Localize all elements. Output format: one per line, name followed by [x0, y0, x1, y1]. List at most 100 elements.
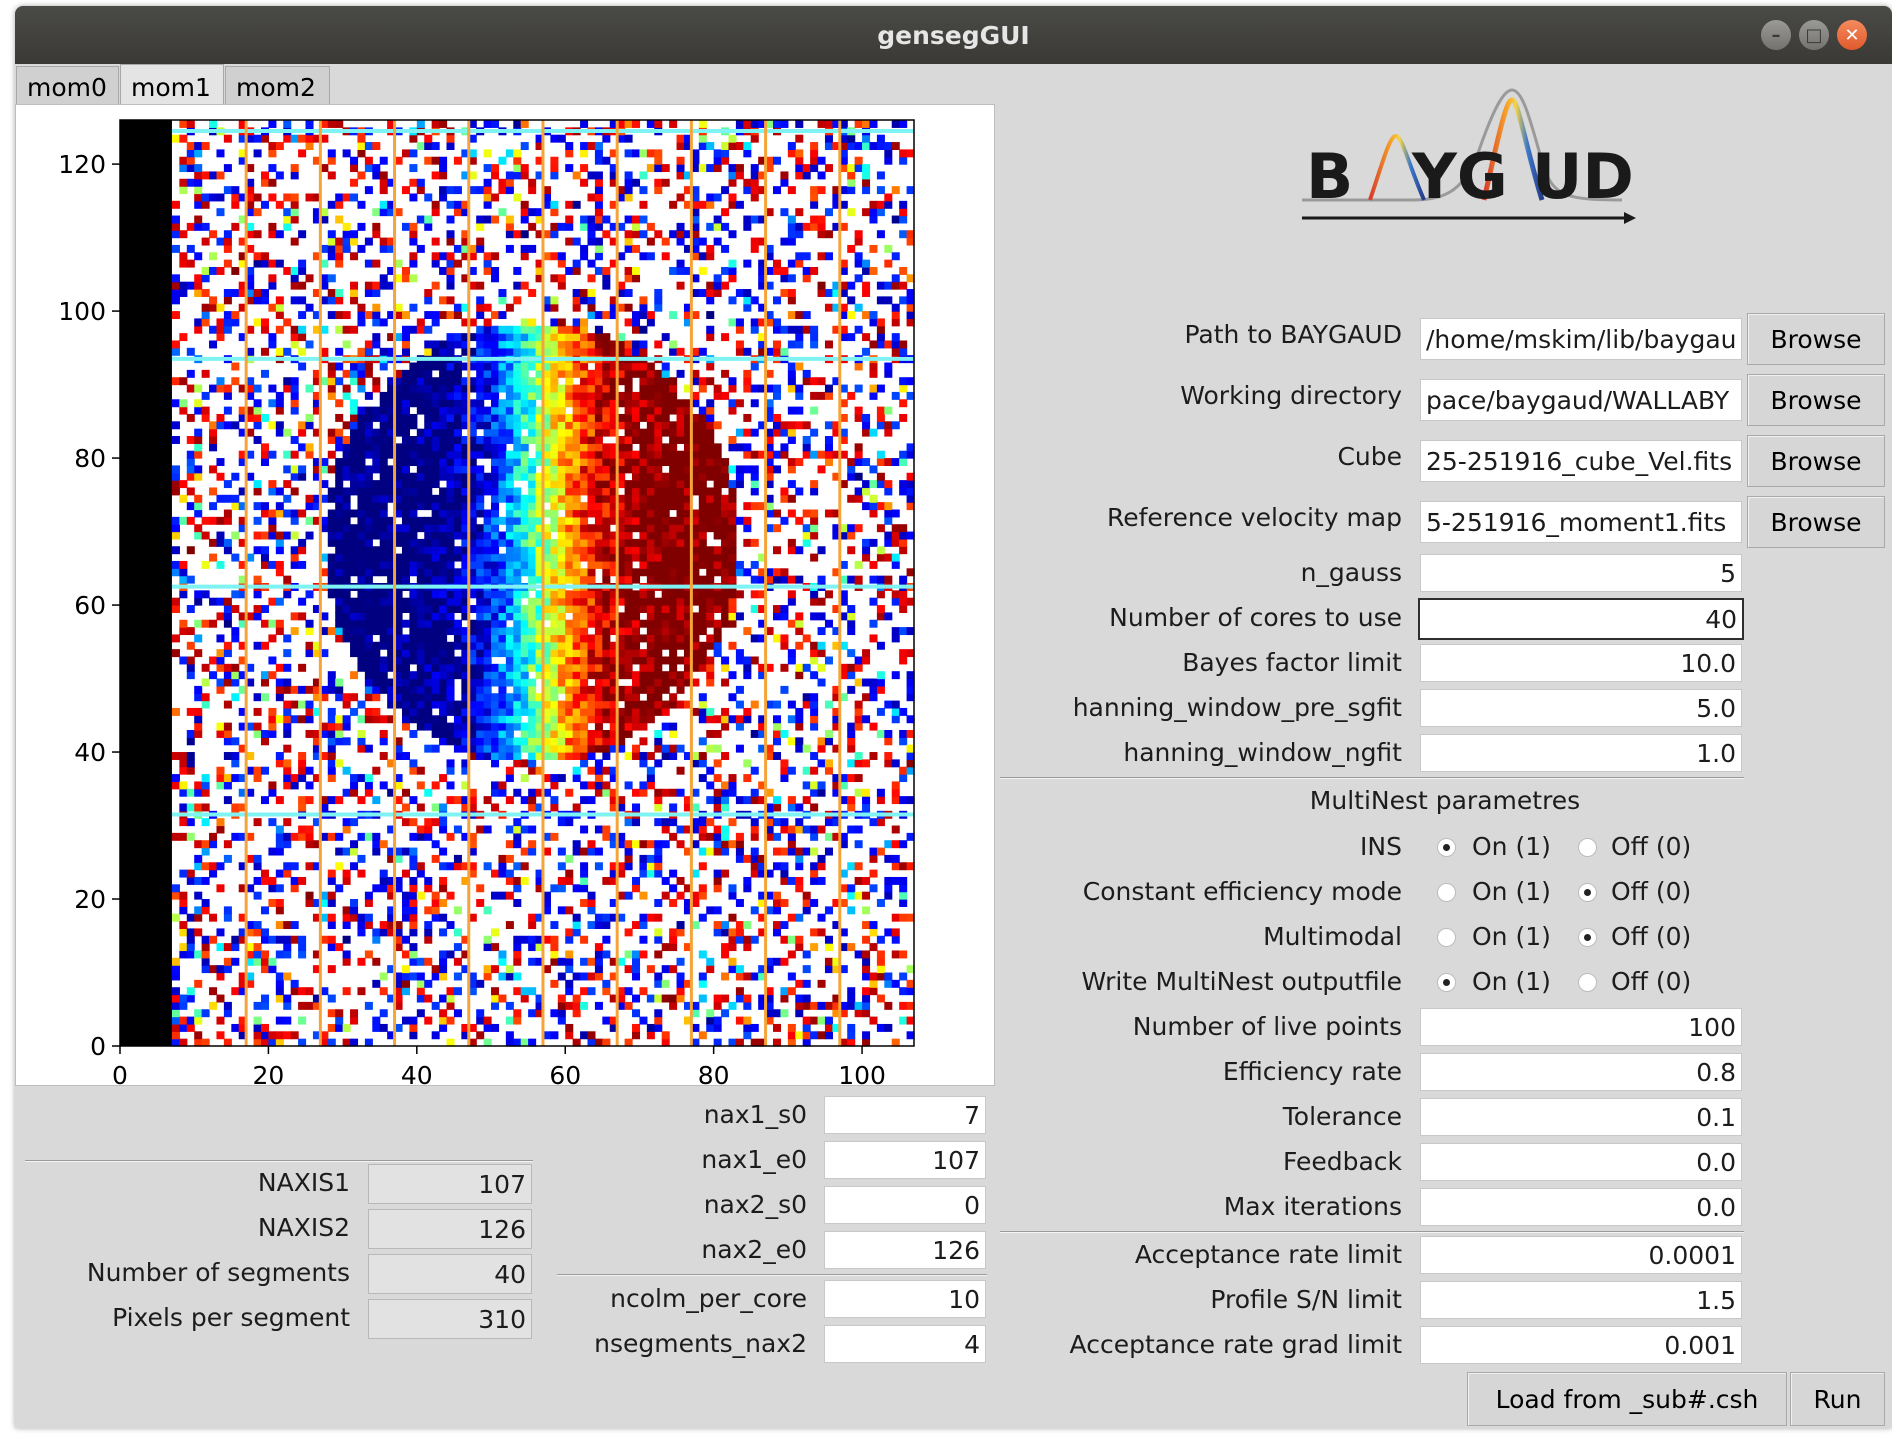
map-pixel — [179, 766, 188, 775]
map-pixel — [335, 1016, 344, 1025]
map-pixel — [505, 494, 514, 503]
map-pixel — [587, 259, 596, 268]
map-pixel — [194, 906, 203, 915]
map-pixel — [550, 729, 559, 738]
map-pixel — [528, 391, 537, 400]
map-pixel — [513, 560, 522, 569]
map-pixel — [587, 193, 596, 202]
map-pixel — [483, 413, 492, 422]
map-pixel — [639, 296, 648, 305]
close-icon[interactable]: ✕ — [1837, 20, 1867, 50]
map-pixel — [275, 296, 284, 305]
map-pixel — [706, 796, 715, 805]
title-bar[interactable]: gensegGUI – □ ✕ — [15, 6, 1892, 64]
map-pixel — [505, 487, 514, 496]
map-pixel — [201, 876, 210, 885]
map-pixel — [364, 436, 373, 444]
map-pixel — [602, 531, 611, 540]
map-pixel — [379, 465, 388, 474]
map-pixel — [357, 869, 366, 878]
map-pixel — [171, 531, 180, 540]
map-pixel — [372, 619, 381, 628]
map-pixel — [431, 685, 440, 694]
map-pixel — [194, 200, 203, 209]
map-pixel — [350, 634, 359, 643]
map-pixel — [498, 671, 507, 680]
map-pixel — [483, 369, 492, 378]
map-pixel — [557, 325, 566, 334]
map-pixel — [171, 340, 180, 349]
map-pixel — [676, 450, 685, 459]
map-pixel — [476, 524, 485, 533]
map-pixel — [372, 502, 381, 511]
map-pixel — [231, 627, 240, 636]
map-pixel — [632, 509, 641, 518]
map-pixel — [669, 560, 678, 569]
map-pixel — [632, 318, 641, 327]
map-pixel — [498, 869, 507, 878]
map-pixel — [602, 428, 611, 437]
map-pixel — [632, 590, 641, 599]
map-pixel — [572, 524, 581, 533]
map-pixel — [580, 693, 589, 702]
map-pixel — [572, 641, 581, 650]
map-pixel — [216, 266, 225, 275]
tab-mom0[interactable]: mom0 — [16, 66, 119, 108]
map-pixel — [632, 715, 641, 724]
map-pixel — [275, 546, 284, 555]
tab-mom2[interactable]: mom2 — [225, 66, 330, 108]
map-pixel — [179, 480, 188, 489]
map-pixel — [453, 362, 462, 371]
moment1-plot[interactable]: 0 20 40 60 80 100 0 20 40 60 80 100 120 — [15, 104, 996, 1087]
map-pixel — [602, 634, 611, 643]
map-pixel — [632, 546, 641, 555]
map-pixel — [335, 597, 344, 606]
map-pixel — [587, 656, 596, 665]
map-pixel — [439, 252, 448, 261]
map-pixel — [431, 671, 440, 680]
map-pixel — [669, 230, 678, 239]
maximize-icon[interactable]: □ — [1799, 20, 1829, 50]
map-pixel — [698, 406, 707, 415]
map-pixel — [179, 560, 188, 569]
map-pixel — [209, 935, 218, 944]
map-pixel — [639, 671, 648, 680]
map-pixel — [424, 818, 433, 827]
map-pixel — [416, 987, 425, 996]
map-pixel — [654, 656, 663, 665]
map-pixel — [483, 120, 492, 128]
map-pixel — [424, 605, 433, 613]
map-pixel — [446, 134, 455, 143]
map-pixel — [201, 840, 210, 849]
map-pixel — [520, 318, 529, 327]
map-pixel — [327, 369, 336, 378]
map-pixel — [639, 480, 648, 489]
map-pixel — [654, 458, 663, 467]
map-pixel — [357, 627, 366, 636]
map-pixel — [713, 281, 722, 290]
map-pixel — [654, 413, 663, 422]
map-pixel — [624, 538, 633, 547]
map-pixel — [431, 524, 440, 533]
map-pixel — [632, 605, 641, 613]
map-pixel — [721, 494, 730, 503]
map-pixel — [483, 641, 492, 650]
map-pixel — [453, 568, 462, 577]
map-pixel — [624, 553, 633, 562]
map-pixel — [528, 340, 537, 349]
map-pixel — [453, 472, 462, 481]
map-pixel — [216, 333, 225, 342]
minimize-icon[interactable]: – — [1761, 20, 1791, 50]
map-pixel — [669, 928, 678, 937]
map-pixel — [186, 876, 195, 885]
map-pixel — [194, 325, 203, 334]
map-pixel — [372, 509, 381, 518]
map-pixel — [409, 134, 418, 143]
plot-canvas[interactable]: 0 20 40 60 80 100020406080100120 — [16, 105, 996, 1087]
map-pixel — [476, 480, 485, 489]
map-pixel — [335, 685, 344, 694]
map-pixel — [698, 707, 707, 716]
map-pixel — [654, 538, 663, 547]
map-pixel — [476, 612, 485, 621]
map-pixel — [194, 840, 203, 849]
